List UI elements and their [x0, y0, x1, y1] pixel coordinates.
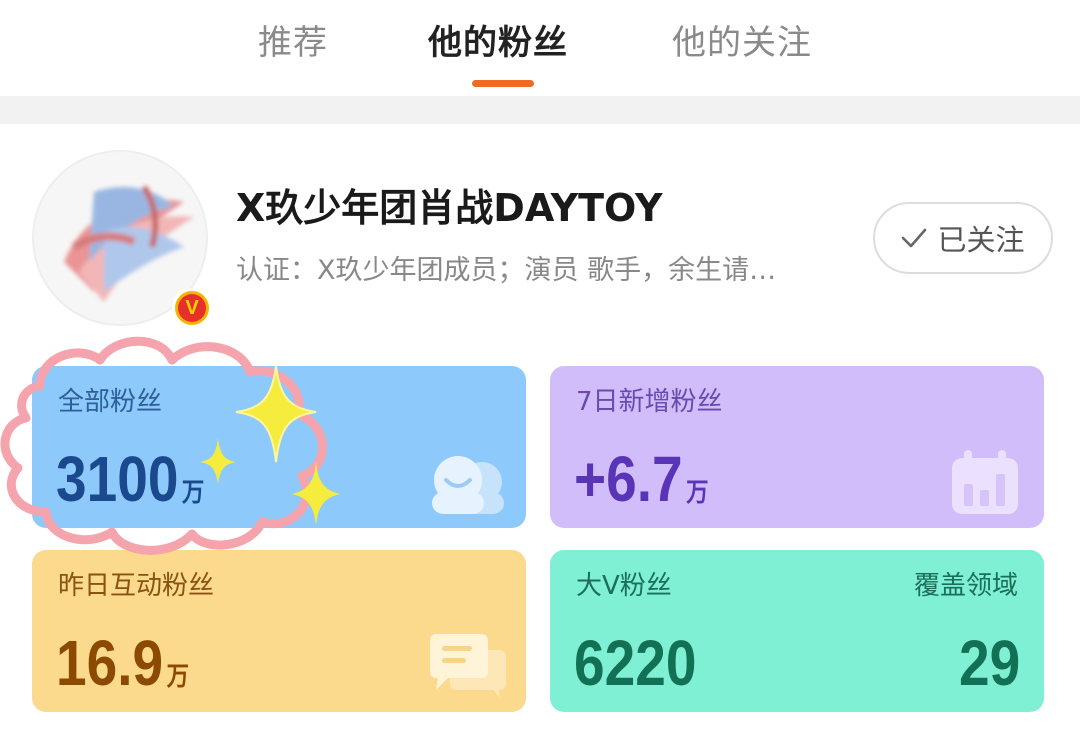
interactive-fans-label: 昨日互动粉丝 — [58, 571, 215, 601]
following-button-label: 已关注 — [937, 223, 1025, 257]
active-tab-indicator — [472, 80, 534, 87]
total-fans-label: 全部粉丝 — [58, 387, 163, 417]
interactive-fans-card[interactable]: 昨日互动粉丝 16.9 万 — [32, 550, 526, 712]
total-fans-value: 3100 万 — [56, 443, 205, 515]
tab-bar: 推荐 他的粉丝 他的关注 — [0, 0, 1080, 96]
total-fans-card[interactable]: 全部粉丝 3100 万 — [32, 366, 526, 528]
check-icon — [902, 228, 927, 248]
new-fans-7d-unit: 万 — [686, 478, 709, 508]
avatar[interactable]: V — [32, 150, 212, 328]
interactive-fans-unit: 万 — [166, 662, 189, 692]
tab-his-fans[interactable]: 他的粉丝 — [428, 16, 568, 70]
fans-face-icon — [432, 456, 504, 514]
new-fans-7d-label: 7日新增粉丝 — [576, 387, 723, 417]
total-fans-unit: 万 — [181, 478, 205, 508]
bigv-fans-card[interactable]: 大V粉丝 覆盖领域 6220 29 — [550, 550, 1044, 712]
tab-his-following[interactable]: 他的关注 — [672, 16, 812, 70]
bigv-fans-label: 大V粉丝 — [576, 571, 672, 601]
section-divider — [0, 96, 1080, 124]
coverage-value: 29 — [958, 627, 1020, 699]
bigv-fans-value: 6220 — [574, 627, 697, 699]
verified-badge-letter: V — [178, 294, 206, 322]
profile-name: X玖少年团肖战DAYTOY — [236, 186, 663, 230]
new-fans-7d-card[interactable]: 7日新增粉丝 +6.7 万 — [550, 366, 1044, 528]
following-button[interactable]: 已关注 — [873, 202, 1053, 274]
tab-recommend[interactable]: 推荐 — [258, 16, 328, 70]
coverage-label: 覆盖领域 — [913, 571, 1018, 601]
chat-bubbles-icon — [430, 634, 506, 698]
verification-text: 认证：X玖少年团成员；演员 歌手，余生请… — [236, 255, 777, 286]
verified-badge-icon: V — [172, 288, 212, 328]
new-fans-7d-value: +6.7 万 — [574, 443, 709, 515]
interactive-fans-value: 16.9 万 — [56, 627, 189, 699]
bar-chart-calendar-icon — [952, 450, 1018, 514]
